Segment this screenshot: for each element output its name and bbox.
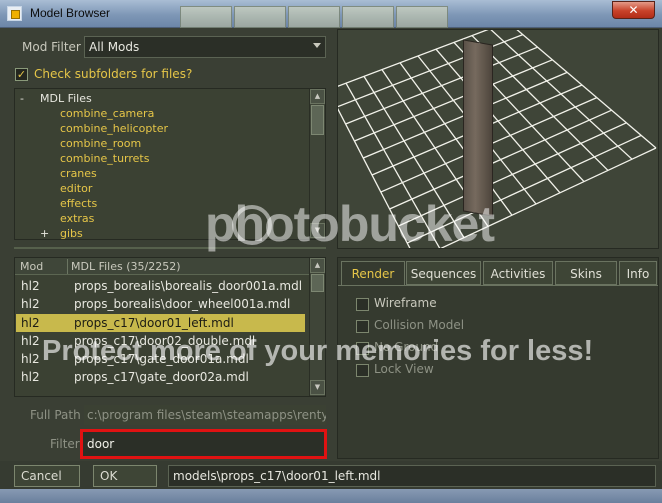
background-tab [180, 6, 232, 28]
wireframe-checkbox[interactable] [356, 298, 369, 311]
filter-label: Filter [50, 437, 80, 451]
tree-item[interactable]: editor [60, 181, 92, 196]
tree-expander[interactable]: - [20, 91, 24, 106]
collision-model-checkbox[interactable] [356, 320, 369, 333]
tab-divider [338, 285, 658, 286]
column-divider[interactable] [67, 259, 68, 274]
tab-info[interactable]: Info [619, 261, 657, 285]
tree-expander[interactable]: + [40, 226, 49, 239]
model-path-field[interactable]: models\props_c17\door01_left.mdl [168, 465, 656, 487]
table-row[interactable]: hl2 props_c17\gate_door02a.mdl [16, 368, 305, 386]
background-window-tabs [180, 6, 448, 28]
tab-skins[interactable]: Skins [555, 261, 617, 285]
scroll-thumb[interactable] [311, 105, 324, 135]
scroll-up-icon[interactable]: ▲ [310, 258, 325, 273]
column-header-mod[interactable]: Mod [20, 260, 43, 273]
background-tab [234, 6, 286, 28]
mod-filter-value: All Mods [89, 40, 140, 54]
full-path-field[interactable]: c:\program files\steam\steamapps\renty2 [84, 405, 326, 425]
list-header: Mod MDL Files (35/2252) [15, 258, 311, 275]
list-scrollbar[interactable]: ▲ ▼ [309, 258, 325, 396]
window-frame-bottom [0, 489, 662, 503]
row-mod: hl2 [21, 297, 40, 311]
tree-root-label[interactable]: MDL Files [40, 91, 92, 106]
tree-item[interactable]: combine_camera [60, 106, 154, 121]
tab-render[interactable]: Render [341, 261, 405, 285]
tree-item[interactable]: cranes [60, 166, 97, 181]
collision-model-label: Collision Model [374, 318, 465, 332]
close-button[interactable]: ✕ [612, 1, 655, 19]
background-tab [342, 6, 394, 28]
door-model-render [463, 39, 493, 217]
column-header-files[interactable]: MDL Files (35/2252) [71, 260, 181, 273]
watermark-ring-icon [232, 205, 272, 245]
background-tab [396, 6, 448, 28]
row-mod: hl2 [21, 334, 40, 348]
app-icon [7, 6, 22, 21]
scroll-up-icon[interactable]: ▲ [310, 89, 325, 104]
table-row-selected[interactable]: hl2 props_c17\door01_left.mdl [16, 314, 305, 332]
row-mod: hl2 [21, 352, 40, 366]
table-row[interactable]: hl2 props_borealis\door_wheel001a.mdl [16, 295, 305, 313]
cancel-button[interactable]: Cancel [14, 465, 80, 487]
tree-item[interactable]: extras [60, 211, 94, 226]
full-path-label: Full Path [30, 408, 81, 422]
table-row[interactable]: hl2 props_borealis\borealis_door001a.mdl [16, 277, 305, 295]
tree-item[interactable]: combine_helicopter [60, 121, 168, 136]
subfolders-label: Check subfolders for files? [34, 67, 193, 81]
tree-item[interactable]: combine_room [60, 136, 141, 151]
row-file: props_c17\door01_left.mdl [74, 316, 234, 330]
mdl-file-list[interactable]: Mod MDL Files (35/2252) hl2 props_boreal… [14, 257, 326, 397]
scroll-thumb[interactable] [311, 274, 324, 292]
watermark-tagline: Protect more of your memories for less! [42, 335, 594, 367]
ok-button[interactable]: OK [93, 465, 157, 487]
row-file: props_borealis\door_wheel001a.mdl [74, 297, 291, 311]
filter-input[interactable]: door [80, 429, 327, 459]
tab-activities[interactable]: Activities [483, 261, 553, 285]
tree-item[interactable]: effects [60, 196, 97, 211]
window-title: Model Browser [30, 6, 111, 20]
tree-item[interactable]: gibs [60, 226, 83, 239]
row-mod: hl2 [21, 370, 40, 384]
grid-line [516, 30, 657, 149]
wireframe-label: Wireframe [374, 296, 437, 310]
mod-filter-label: Mod Filter [22, 40, 81, 54]
row-file: props_c17\gate_door02a.mdl [74, 370, 249, 384]
grid-line [435, 48, 561, 194]
row-file: props_borealis\borealis_door001a.mdl [74, 279, 303, 293]
row-mod: hl2 [21, 279, 40, 293]
grid-line [490, 30, 633, 160]
row-mod: hl2 [21, 316, 40, 330]
background-tab [288, 6, 340, 28]
mod-filter-dropdown[interactable]: All Mods [84, 36, 326, 58]
tab-sequences[interactable]: Sequences [406, 261, 481, 285]
chevron-down-icon [313, 43, 321, 48]
subfolders-checkbox[interactable]: ✓ [15, 68, 28, 81]
tree-item[interactable]: combine_turrets [60, 151, 149, 166]
scroll-down-icon[interactable]: ▼ [310, 380, 325, 395]
